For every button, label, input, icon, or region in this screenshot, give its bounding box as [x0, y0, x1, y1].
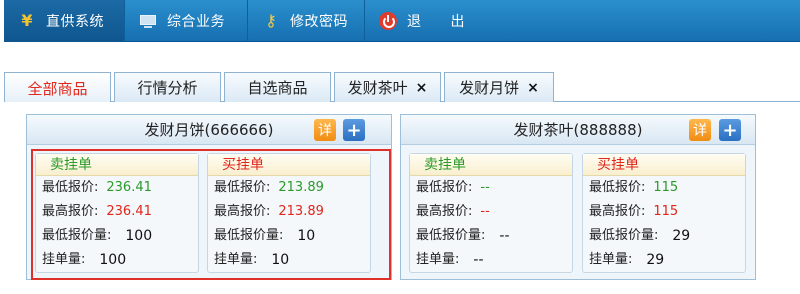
row-value: 29 [646, 252, 665, 268]
row-value: -- [480, 180, 490, 195]
tab-label: 发财茶叶 [347, 79, 408, 97]
nav-item-change-password[interactable]: ⚷ 修改密码 [248, 0, 365, 42]
detail-button[interactable]: 详 [689, 119, 711, 141]
card-title: 买挂单 [583, 154, 745, 176]
row-key: 挂单量: [589, 252, 633, 267]
add-button[interactable]: + [719, 119, 741, 141]
tab-label: 发财月饼 [459, 79, 520, 97]
tab-label: 全部商品 [27, 79, 88, 98]
row-key: 最高报价: [589, 204, 646, 219]
info-row: 最低报价: 115 [583, 176, 745, 200]
yen-icon: ¥ [21, 11, 33, 30]
buy-order-card: 买挂单 最低报价: 115 最高报价: 115 最低报价量: 29 挂单量: 2… [582, 153, 746, 273]
row-value: -- [473, 252, 484, 268]
close-icon[interactable]: × [527, 80, 539, 96]
row-key: 最低报价: [416, 180, 473, 195]
tab-market-analysis[interactable]: 行情分析 [114, 72, 221, 102]
tab-favorites[interactable]: 自选商品 [224, 72, 331, 102]
info-row: 最低报价: -- [410, 176, 572, 200]
row-value: -- [480, 204, 490, 219]
close-icon[interactable]: × [416, 80, 428, 96]
content-area: 发财月饼(666666) 详 + 卖挂单 最低报价: 236.41 最高报价: … [4, 102, 800, 294]
tab-label: 行情分析 [137, 79, 198, 97]
row-key: 最低报价量: [416, 228, 486, 243]
row-value: 115 [653, 204, 679, 219]
tab-facai-mooncake[interactable]: 发财月饼 × [444, 72, 554, 102]
nav-item-label: 修改密码 [290, 14, 348, 30]
panel-header: 发财月饼(666666) 详 + [27, 115, 391, 145]
row-value: -- [499, 228, 510, 244]
tab-facai-tea[interactable]: 发财茶叶 × [334, 72, 441, 102]
row-value: 29 [672, 228, 691, 244]
tab-label: 自选商品 [247, 79, 308, 97]
power-icon [379, 12, 397, 30]
row-key: 最低报价量: [589, 228, 659, 243]
tab-all-products[interactable]: 全部商品 [4, 72, 111, 103]
top-nav-bar: ¥ 直供系统 综合业务 ⚷ 修改密码 退 出 [4, 0, 800, 42]
panel-title: 发财茶叶(888888) [513, 121, 643, 139]
info-row: 挂单量: 29 [583, 248, 745, 272]
key-icon: ⚷ [265, 11, 277, 30]
nav-item-label: 综合业务 [167, 14, 225, 30]
row-value: 115 [653, 180, 679, 195]
add-button[interactable]: + [343, 119, 365, 141]
card-title: 卖挂单 [410, 154, 572, 176]
panel-title: 发财月饼(666666) [144, 121, 274, 139]
info-row: 最高报价: -- [410, 200, 572, 224]
nav-item-logout[interactable]: 退 出 [365, 0, 515, 42]
nav-item-label: 退 出 [407, 14, 465, 30]
info-row: 最高报价: 115 [583, 200, 745, 224]
info-row: 最低报价量: 29 [583, 224, 745, 248]
product-panel-tea: 发财茶叶(888888) 详 + 卖挂单 最低报价: -- 最高报价: -- 最… [400, 114, 756, 280]
tab-strip: 全部商品 行情分析 自选商品 发财茶叶 × 发财月饼 × [4, 70, 800, 103]
info-row: 挂单量: -- [410, 248, 572, 272]
sell-order-card: 卖挂单 最低报价: -- 最高报价: -- 最低报价量: -- 挂单量: -- [409, 153, 573, 273]
nav-item-general-business[interactable]: 综合业务 [125, 0, 248, 42]
panel-header: 发财茶叶(888888) 详 + [401, 115, 755, 145]
row-key: 最低报价: [589, 180, 646, 195]
monitor-icon [139, 12, 157, 30]
row-key: 挂单量: [416, 252, 460, 267]
row-key: 最高报价: [416, 204, 473, 219]
info-row: 最低报价量: -- [410, 224, 572, 248]
nav-item-direct-supply[interactable]: ¥ 直供系统 [4, 0, 125, 42]
nav-item-label: 直供系统 [46, 14, 104, 30]
detail-button[interactable]: 详 [314, 119, 336, 141]
highlight-box [31, 149, 391, 280]
